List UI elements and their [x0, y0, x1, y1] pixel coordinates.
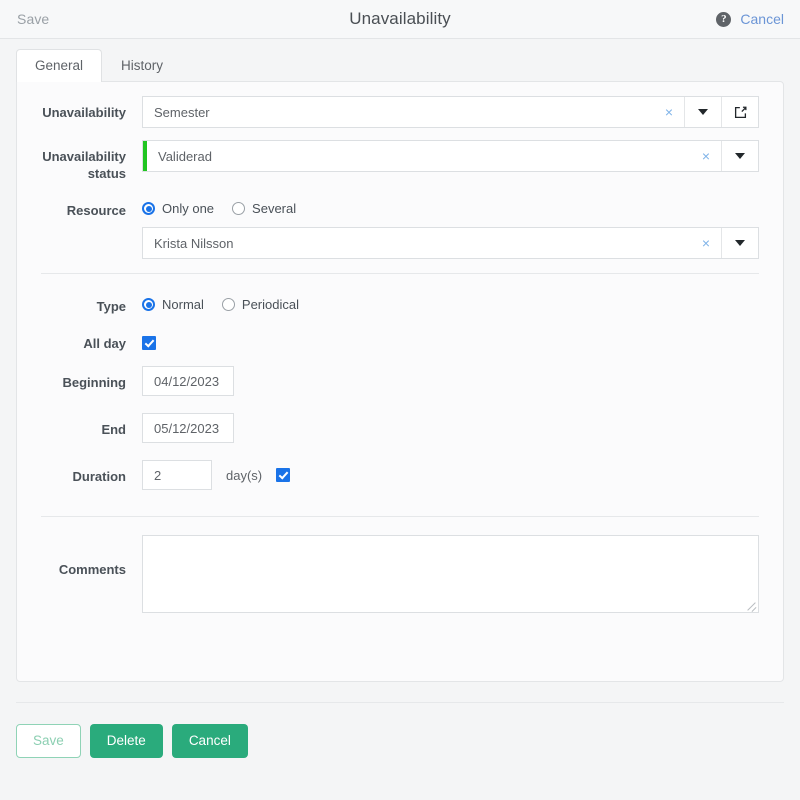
resource-option-several[interactable]: Several [232, 201, 296, 216]
field-row-resource: Resource Only one Several Krista Nilsson… [17, 194, 783, 259]
delete-button[interactable]: Delete [89, 724, 163, 758]
type-option-normal[interactable]: Normal [142, 297, 204, 312]
beginning-date-input[interactable]: 04/12/2023 [142, 366, 234, 396]
chevron-down-icon[interactable] [684, 97, 721, 127]
cancel-button[interactable]: Cancel [171, 724, 248, 758]
clear-icon[interactable]: × [691, 228, 721, 258]
radio-icon[interactable] [221, 298, 235, 311]
clear-icon[interactable]: × [654, 97, 684, 127]
field-row-all-day: All day [17, 327, 783, 352]
field-row-duration: Duration 2 day(s) [17, 460, 783, 490]
tab-bar: General History [0, 39, 800, 82]
tab-history[interactable]: History [102, 49, 182, 82]
unavailability-label: Unavailability [42, 105, 126, 120]
radio-icon[interactable] [142, 202, 155, 215]
type-option-normal-label: Normal [162, 297, 204, 312]
resource-value: Krista Nilsson [154, 235, 234, 251]
page-title: Unavailability [349, 9, 451, 28]
resource-combo[interactable]: Krista Nilsson × [142, 227, 759, 259]
duration-input[interactable]: 2 [142, 460, 212, 490]
unavailability-status-label: Unavailability status [42, 149, 126, 181]
field-row-beginning: Beginning 04/12/2023 [17, 366, 783, 396]
save-button[interactable]: Save [16, 724, 81, 758]
section-divider-1 [41, 273, 759, 274]
duration-label: Duration [72, 469, 126, 484]
all-day-label: All day [83, 336, 126, 351]
chevron-down-icon[interactable] [721, 141, 758, 171]
comments-textarea[interactable] [142, 535, 759, 613]
radio-icon[interactable] [142, 298, 155, 311]
field-row-comments: Comments [17, 535, 783, 613]
pencil-square-icon[interactable] [721, 97, 758, 127]
unavailability-combo[interactable]: Semester × [142, 96, 759, 128]
resource-radio-group: Only one Several [142, 194, 759, 219]
field-row-unavailability-status: Unavailability status Validerad × [17, 140, 783, 182]
chevron-down-icon[interactable] [721, 228, 758, 258]
form-panel: Unavailability Semester × Unavailability… [16, 81, 784, 682]
window-header: Save Unavailability ? Cancel [0, 0, 800, 39]
clear-icon[interactable]: × [691, 141, 721, 171]
footer-actions: Save Delete Cancel [0, 703, 800, 758]
field-row-type: Type Normal Periodical [17, 290, 783, 315]
resize-handle-icon[interactable] [746, 600, 756, 610]
comments-label: Comments [58, 562, 126, 577]
unavailability-value: Semester [154, 104, 210, 120]
tab-general[interactable]: General [16, 49, 103, 82]
type-label: Type [96, 299, 126, 314]
resource-option-only-one-label: Only one [162, 201, 215, 216]
duration-unit-label: day(s) [226, 467, 263, 483]
header-cancel-button[interactable]: Cancel [740, 11, 784, 27]
end-date-input[interactable]: 05/12/2023 [142, 413, 234, 443]
type-option-periodical[interactable]: Periodical [221, 297, 299, 312]
unavailability-status-value: Validerad [158, 148, 212, 164]
duration-checkbox[interactable] [276, 468, 291, 482]
section-divider-2 [41, 516, 759, 517]
end-label: End [101, 422, 126, 437]
resource-option-several-label: Several [252, 201, 297, 216]
resource-option-only-one[interactable]: Only one [142, 201, 214, 216]
radio-icon[interactable] [232, 202, 246, 215]
all-day-checkbox[interactable] [142, 336, 156, 350]
field-row-end: End 05/12/2023 [17, 413, 783, 443]
header-save-button[interactable]: Save [17, 11, 49, 27]
resource-label: Resource [66, 203, 126, 218]
unavailability-status-combo[interactable]: Validerad × [142, 140, 759, 172]
beginning-label: Beginning [62, 375, 126, 390]
field-row-unavailability: Unavailability Semester × [17, 96, 783, 128]
type-radio-group: Normal Periodical [142, 290, 759, 315]
type-option-periodical-label: Periodical [241, 297, 299, 312]
header-actions: ? Cancel [716, 11, 784, 27]
help-circle-icon[interactable]: ? [716, 11, 732, 27]
